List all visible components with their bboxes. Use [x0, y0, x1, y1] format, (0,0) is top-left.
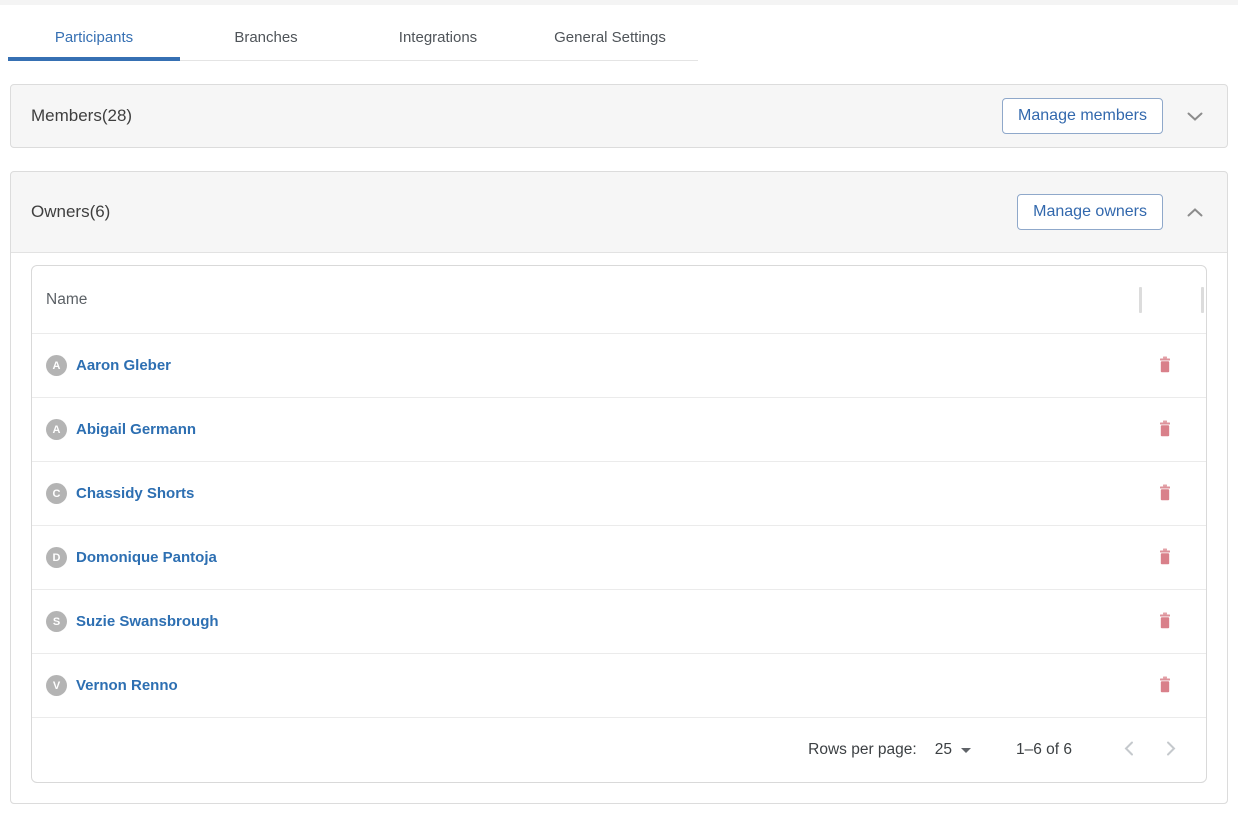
- tab-integrations-label: Integrations: [399, 29, 477, 46]
- delete-owner-button[interactable]: [1156, 354, 1174, 378]
- owners-section-header: Owners(6) Manage owners: [11, 172, 1227, 252]
- member-name-link[interactable]: Suzie Swansbrough: [76, 613, 219, 630]
- manage-members-button[interactable]: Manage members: [1002, 98, 1163, 134]
- delete-owner-button[interactable]: [1156, 610, 1174, 634]
- tab-branches-label: Branches: [234, 29, 297, 46]
- rows-per-page-label: Rows per page:: [808, 741, 917, 759]
- table-row: S Suzie Swansbrough: [32, 590, 1206, 654]
- avatar: A: [46, 419, 67, 440]
- chevron-left-icon: [1124, 741, 1134, 759]
- top-divider-strip: [0, 0, 1238, 5]
- pagination-bar: Rows per page: 25 1–6 of 6: [32, 718, 1206, 782]
- table-row: A Aaron Gleber: [32, 334, 1206, 398]
- members-section-title: Members(28): [31, 106, 1002, 126]
- tab-integrations[interactable]: Integrations: [352, 19, 524, 60]
- avatar: V: [46, 675, 67, 696]
- column-resize-handle[interactable]: [1139, 287, 1142, 313]
- owners-section-body: Name A Aaron Gleber A Abigail Germann: [11, 252, 1227, 803]
- chevron-down-icon: [1187, 109, 1203, 124]
- trash-icon: [1158, 484, 1172, 504]
- next-page-button[interactable]: [1162, 737, 1180, 763]
- avatar: C: [46, 483, 67, 504]
- members-section: Members(28) Manage members: [10, 84, 1228, 148]
- delete-owner-button[interactable]: [1156, 674, 1174, 698]
- caret-down-icon: [961, 748, 971, 753]
- pagination-range-label: 1–6 of 6: [1016, 741, 1072, 759]
- avatar: S: [46, 611, 67, 632]
- rows-per-page-value: 25: [935, 741, 952, 759]
- avatar: A: [46, 355, 67, 376]
- trash-icon: [1158, 676, 1172, 696]
- avatar: D: [46, 547, 67, 568]
- tab-general-settings[interactable]: General Settings: [524, 19, 696, 60]
- manage-owners-button[interactable]: Manage owners: [1017, 194, 1163, 230]
- tab-participants-label: Participants: [55, 29, 133, 46]
- column-resize-handle[interactable]: [1201, 287, 1204, 313]
- owners-section: Owners(6) Manage owners Name A Aaron Gle…: [10, 171, 1228, 804]
- owners-table: Name A Aaron Gleber A Abigail Germann: [31, 265, 1207, 783]
- member-name-link[interactable]: Abigail Germann: [76, 421, 196, 438]
- table-row: A Abigail Germann: [32, 398, 1206, 462]
- member-name-link[interactable]: Domonique Pantoja: [76, 549, 217, 566]
- table-row: C Chassidy Shorts: [32, 462, 1206, 526]
- table-row: D Domonique Pantoja: [32, 526, 1206, 590]
- chevron-right-icon: [1166, 741, 1176, 759]
- chevron-up-icon: [1187, 205, 1203, 220]
- member-name-link[interactable]: Vernon Renno: [76, 677, 178, 694]
- delete-owner-button[interactable]: [1156, 418, 1174, 442]
- owners-collapse-toggle[interactable]: [1183, 201, 1207, 224]
- trash-icon: [1158, 356, 1172, 376]
- tab-participants[interactable]: Participants: [8, 19, 180, 60]
- delete-owner-button[interactable]: [1156, 482, 1174, 506]
- delete-owner-button[interactable]: [1156, 546, 1174, 570]
- members-expand-toggle[interactable]: [1183, 105, 1207, 128]
- trash-icon: [1158, 420, 1172, 440]
- previous-page-button[interactable]: [1120, 737, 1138, 763]
- column-header-name: Name: [46, 291, 87, 309]
- settings-tab-bar: Participants Branches Integrations Gener…: [8, 19, 698, 61]
- tab-branches[interactable]: Branches: [180, 19, 352, 60]
- owners-table-body: A Aaron Gleber A Abigail Germann: [32, 334, 1206, 718]
- tab-general-settings-label: General Settings: [554, 29, 666, 46]
- rows-per-page-select[interactable]: 25: [935, 741, 971, 759]
- member-name-link[interactable]: Aaron Gleber: [76, 357, 171, 374]
- member-name-link[interactable]: Chassidy Shorts: [76, 485, 194, 502]
- trash-icon: [1158, 548, 1172, 568]
- table-row: V Vernon Renno: [32, 654, 1206, 718]
- trash-icon: [1158, 612, 1172, 632]
- owners-table-header-row: Name: [32, 266, 1206, 334]
- active-tab-indicator: [8, 57, 180, 61]
- owners-section-title: Owners(6): [31, 202, 1017, 222]
- members-section-header: Members(28) Manage members: [11, 85, 1227, 147]
